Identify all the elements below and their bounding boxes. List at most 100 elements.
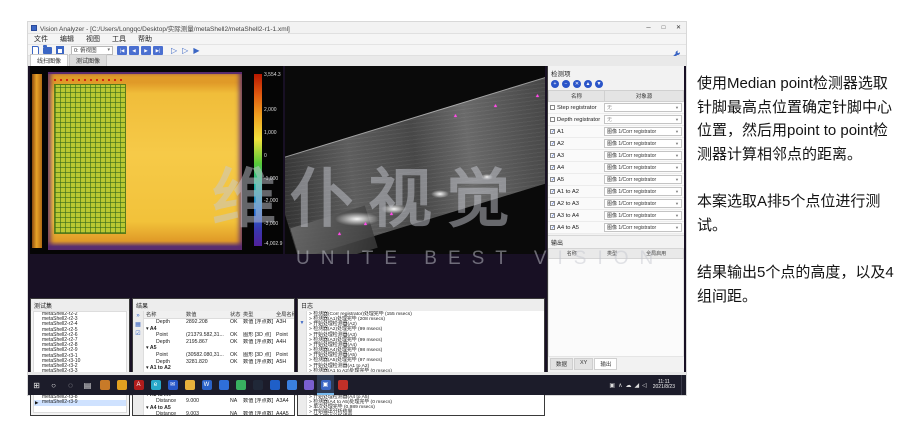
taskbar-system-icon[interactable]: ⊞ bbox=[28, 375, 45, 395]
source-select[interactable]: 无 ▼ bbox=[604, 115, 682, 124]
enable-checkbox[interactable] bbox=[550, 189, 555, 194]
minimize-button[interactable]: ─ bbox=[641, 22, 656, 34]
source-select[interactable]: 无 ▼ bbox=[604, 103, 682, 112]
result-row[interactable]: ▾ A4 bbox=[144, 326, 294, 333]
result-row[interactable]: Distance 9.003 NA 数值 [浮点数] A4A5 bbox=[144, 411, 294, 415]
filter-icon[interactable]: ▼ bbox=[300, 320, 305, 326]
taskbar-app-icon[interactable] bbox=[232, 375, 249, 395]
result-row[interactable]: ▾ A5 bbox=[144, 345, 294, 352]
image-tab[interactable]: 测试图像 bbox=[69, 54, 107, 66]
run-button[interactable]: ▷ bbox=[182, 46, 188, 55]
enable-checkbox[interactable] bbox=[550, 177, 555, 182]
taskbar-app-icon[interactable] bbox=[96, 375, 113, 395]
close-button[interactable]: ✕ bbox=[671, 22, 686, 34]
detection-row[interactable]: A1 图像 1/Corr registrator ▼ bbox=[548, 126, 684, 138]
heatmap-view[interactable]: 3,554.32,0001,0000-1,000-2,000-3,000-4,0… bbox=[30, 66, 283, 254]
tray-icon[interactable]: ☁ bbox=[626, 382, 632, 389]
enable-checkbox[interactable] bbox=[550, 105, 555, 110]
open-folder-icon[interactable] bbox=[43, 47, 52, 54]
scan-3d-view[interactable]: ▲▲▲▲▲▲ bbox=[285, 66, 545, 254]
detection-tool-button[interactable]: ▲ bbox=[584, 80, 592, 88]
taskbar-app-icon[interactable]: ▣ bbox=[317, 375, 334, 395]
output-empty-list[interactable] bbox=[548, 259, 684, 357]
detection-tool-button[interactable]: ✕ bbox=[573, 80, 581, 88]
taskbar-app-icon[interactable]: ✉ bbox=[164, 375, 181, 395]
result-row[interactable]: Distance 9.000 NA 数值 [浮点数] A3A4 bbox=[144, 398, 294, 405]
result-row[interactable]: Depth 2892.208 OK 数值 [浮点数] A3H bbox=[144, 319, 294, 326]
enable-checkbox[interactable] bbox=[550, 225, 555, 230]
source-select[interactable]: 图像 1/Corr registrator ▼ bbox=[604, 211, 682, 220]
detection-row[interactable]: Step registrator 无 ▼ bbox=[548, 102, 684, 114]
caret-icon[interactable]: ▾ bbox=[146, 365, 149, 371]
enable-checkbox[interactable] bbox=[550, 213, 555, 218]
source-select[interactable]: 图像 1/Corr registrator ▼ bbox=[604, 127, 682, 136]
grid-icon[interactable]: ▦ bbox=[135, 322, 141, 328]
taskbar-app-icon[interactable] bbox=[300, 375, 317, 395]
enable-checkbox[interactable] bbox=[550, 153, 555, 158]
detection-row[interactable]: A3 图像 1/Corr registrator ▼ bbox=[548, 150, 684, 162]
menu-item[interactable]: 工具 bbox=[106, 34, 132, 44]
caret-icon[interactable]: ▾ bbox=[146, 326, 149, 332]
result-row[interactable]: Point (21379.582,31... OK 图形 [3D 点] Poin… bbox=[144, 332, 294, 339]
taskbar-app-icon[interactable] bbox=[266, 375, 283, 395]
enable-checkbox[interactable] bbox=[550, 129, 555, 134]
nav-button[interactable]: |◀ bbox=[117, 46, 127, 55]
tray-icon[interactable]: ∧ bbox=[618, 382, 622, 389]
detection-row[interactable]: Depth registrator 无 ▼ bbox=[548, 114, 684, 126]
result-row[interactable]: Depth 3281.820 OK 数值 [浮点数] A5H bbox=[144, 359, 294, 366]
source-select[interactable]: 图像 1/Corr registrator ▼ bbox=[604, 175, 682, 184]
detection-row[interactable]: A1 to A2 图像 1/Corr registrator ▼ bbox=[548, 186, 684, 198]
taskbar-app-icon[interactable] bbox=[215, 375, 232, 395]
detection-row[interactable]: A2 to A3 图像 1/Corr registrator ▼ bbox=[548, 198, 684, 210]
taskbar-app-icon[interactable] bbox=[113, 375, 130, 395]
source-select[interactable]: 图像 1/Corr registrator ▼ bbox=[604, 151, 682, 160]
source-select[interactable]: 图像 1/Corr registrator ▼ bbox=[604, 199, 682, 208]
check-icon[interactable]: ☑ bbox=[135, 331, 140, 337]
taskbar-system-icon[interactable]: ◌ bbox=[62, 375, 79, 395]
taskbar-app-icon[interactable]: W bbox=[198, 375, 215, 395]
menu-item[interactable]: 文件 bbox=[28, 34, 54, 44]
menu-item[interactable]: 编辑 bbox=[54, 34, 80, 44]
tray-icon[interactable]: ▣ bbox=[609, 382, 615, 389]
detection-row[interactable]: A4 to A5 图像 1/Corr registrator ▼ bbox=[548, 222, 684, 234]
wrench-icon[interactable] bbox=[671, 46, 680, 55]
show-desktop-button[interactable] bbox=[681, 375, 684, 395]
menu-item[interactable]: 帮助 bbox=[132, 34, 158, 44]
result-row[interactable]: Point (30582.080,31... OK 图形 [3D 点] Poin… bbox=[144, 352, 294, 359]
enable-checkbox[interactable] bbox=[550, 141, 555, 146]
detection-row[interactable]: A4 图像 1/Corr registrator ▼ bbox=[548, 162, 684, 174]
result-row[interactable]: ▾ A4 to A5 bbox=[144, 405, 294, 412]
menu-item[interactable]: 视图 bbox=[80, 34, 106, 44]
taskbar-system-icon[interactable]: ▤ bbox=[79, 375, 96, 395]
enable-checkbox[interactable] bbox=[550, 117, 555, 122]
detection-tool-button[interactable]: − bbox=[562, 80, 570, 88]
result-row[interactable]: Depth 2195.867 OK 数值 [浮点数] A4H bbox=[144, 339, 294, 346]
enable-checkbox[interactable] bbox=[550, 165, 555, 170]
taskbar-app-icon[interactable]: A bbox=[130, 375, 147, 395]
detection-tool-button[interactable]: + bbox=[551, 80, 559, 88]
enable-checkbox[interactable] bbox=[550, 201, 555, 206]
taskbar-app-icon[interactable] bbox=[334, 375, 351, 395]
nav-button[interactable]: ▶ bbox=[141, 46, 151, 55]
caret-icon[interactable]: ▾ bbox=[146, 345, 149, 351]
tray-icon[interactable]: ◁ bbox=[642, 382, 647, 389]
source-select[interactable]: 图像 1/Corr registrator ▼ bbox=[604, 163, 682, 172]
panel-tab[interactable]: 数据 bbox=[550, 358, 573, 370]
caret-icon[interactable]: ▾ bbox=[146, 405, 149, 411]
source-select[interactable]: 图像 1/Corr registrator ▼ bbox=[604, 139, 682, 148]
nav-button[interactable]: ▶| bbox=[153, 46, 163, 55]
tray-icon[interactable]: ◢ bbox=[635, 382, 640, 389]
run-button[interactable]: ▶ bbox=[193, 46, 199, 55]
expand-icon[interactable]: » bbox=[136, 313, 139, 319]
testset-item[interactable]: ▶metaShell2-r3-9 bbox=[34, 400, 126, 405]
result-row[interactable]: ▾ A1 to A2 bbox=[144, 365, 294, 372]
taskbar-app-icon[interactable] bbox=[181, 375, 198, 395]
run-button[interactable]: ▷ bbox=[171, 46, 177, 55]
taskbar-clock[interactable]: 11:11 2021/8/23 bbox=[650, 380, 678, 391]
image-tab[interactable]: 线扫图像 bbox=[30, 54, 68, 66]
source-select[interactable]: 图像 1/Corr registrator ▼ bbox=[604, 187, 682, 196]
detection-tool-button[interactable]: ▼ bbox=[595, 80, 603, 88]
taskbar-app-icon[interactable]: e bbox=[147, 375, 164, 395]
detection-row[interactable]: A5 图像 1/Corr registrator ▼ bbox=[548, 174, 684, 186]
detection-row[interactable]: A3 to A4 图像 1/Corr registrator ▼ bbox=[548, 210, 684, 222]
